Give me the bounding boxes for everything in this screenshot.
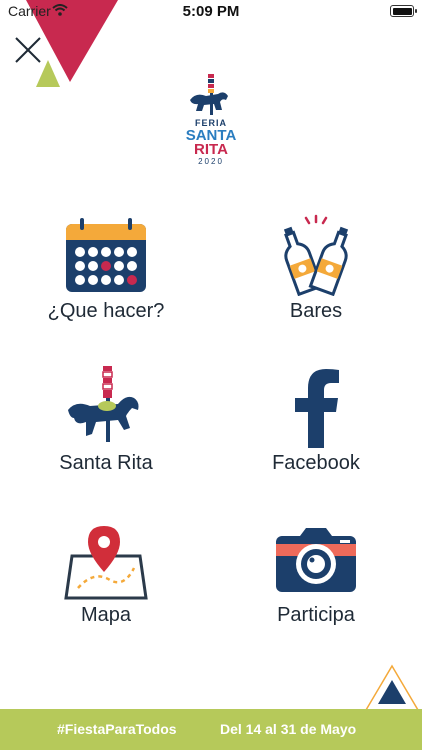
menu-bares[interactable]: Bares [216, 214, 416, 344]
menu-bares-label: Bares [289, 300, 343, 322]
logo-year: 2020 [198, 157, 224, 166]
menu-participa-label: Participa [277, 604, 355, 626]
menu-participa[interactable]: Participa [216, 518, 416, 648]
calendar-icon [66, 218, 146, 292]
footer-banner: #FiestaParaTodos Del 14 al 31 de Mayo [0, 709, 422, 750]
logo-rita: RITA [194, 141, 228, 158]
menu-facebook-label: Facebook [272, 452, 360, 474]
menu-mapa-label: Mapa [80, 604, 132, 626]
menu-que-hacer-label: ¿Que hacer? [47, 300, 165, 322]
menu-santa-rita[interactable]: Santa Rita [6, 366, 206, 496]
menu-mapa[interactable]: Mapa [6, 518, 206, 648]
menu-facebook[interactable]: Facebook [216, 366, 416, 496]
bottom-decoration [365, 664, 419, 710]
beer-bottles-icon [283, 214, 349, 296]
carousel-horse-icon [68, 366, 139, 442]
battery-icon [390, 5, 417, 17]
feria-santa-rita-logo: FERIA SANTA RITA 2020 [186, 74, 236, 166]
facebook-icon [295, 369, 339, 448]
map-pin-icon [64, 526, 148, 600]
camera-icon [276, 528, 356, 592]
menu-santa-rita-label: Santa Rita [59, 452, 153, 474]
close-button[interactable] [12, 34, 44, 66]
footer-hashtag: #FiestaParaTodos [57, 721, 177, 737]
status-bar: Carrier 5:09 PM [0, 0, 422, 24]
footer-dates: Del 14 al 31 de Mayo [220, 721, 357, 737]
status-time: 5:09 PM [182, 3, 240, 20]
menu-que-hacer[interactable]: ¿Que hacer? [6, 214, 206, 344]
